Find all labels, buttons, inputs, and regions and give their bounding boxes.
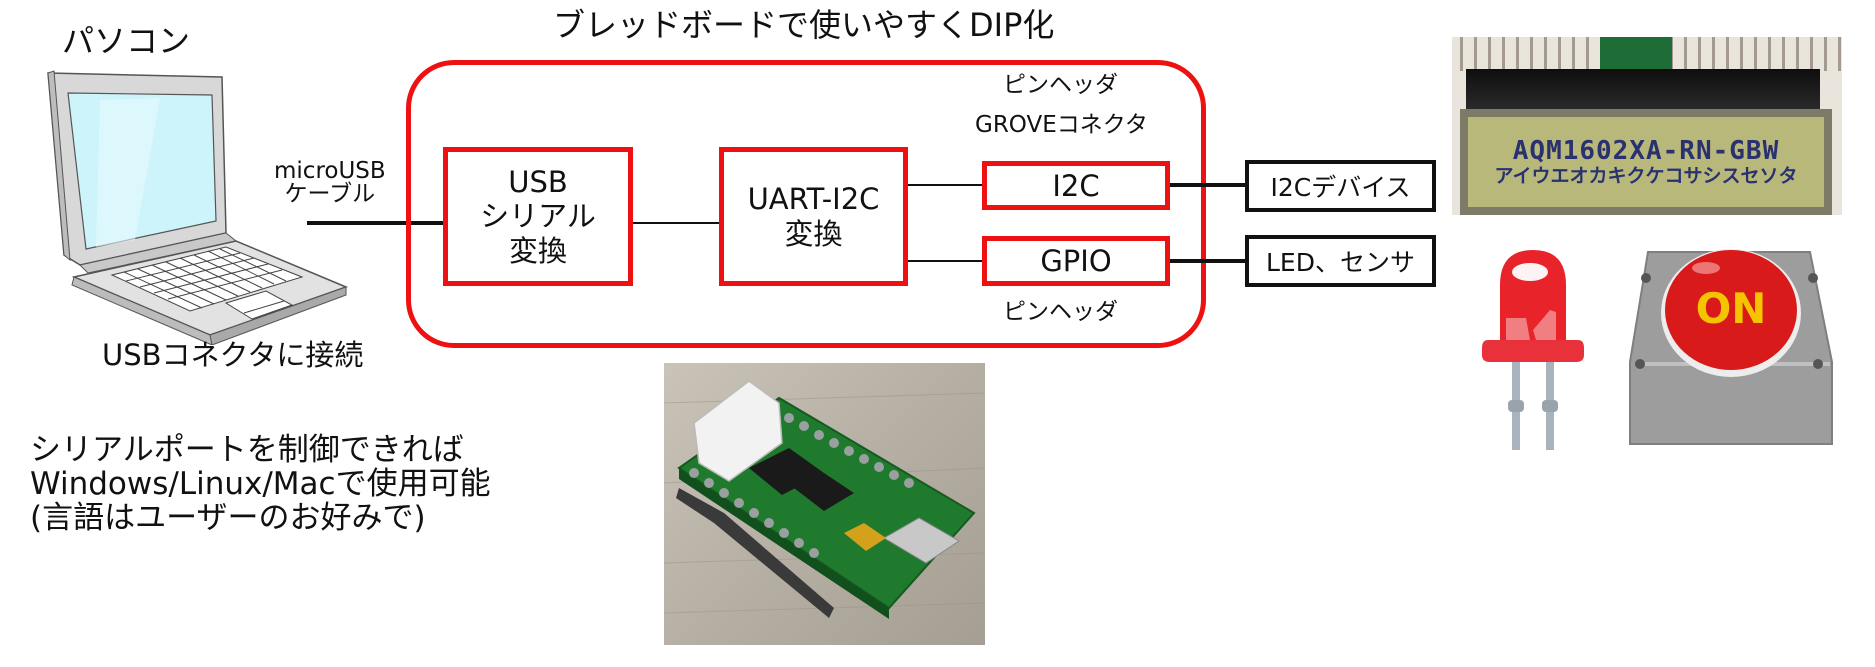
usb-serial-line2: シリアル: [480, 199, 596, 234]
i2c-device-label: I2Cデバイス: [1270, 173, 1411, 202]
lcd-line1: AQM1602XA-RN-GBW: [1512, 136, 1780, 167]
lcd-bezel: [1466, 69, 1820, 109]
gpio-device-box: LED、センサ: [1245, 235, 1436, 287]
lcd-photo: AQM1602XA-RN-GBW アイウエオカキクケコサシスセソタ: [1452, 37, 1842, 215]
cable-label-line1: microUSB: [274, 158, 386, 184]
i2c-device-box: I2Cデバイス: [1245, 160, 1436, 212]
i2c-pin-header-label: ピンヘッダ: [1003, 72, 1118, 98]
cable-label: microUSB ケーブル: [274, 160, 386, 206]
gpio-device-label: LED、センサ: [1266, 248, 1415, 277]
usb-uart-line: [633, 222, 719, 224]
on-button-label: ON: [1696, 284, 1767, 333]
usb-connector-note: USBコネクタに接続: [102, 338, 364, 372]
uart-i2c-block: UART-I2C 変換: [719, 147, 908, 286]
i2c-label: I2C: [1052, 168, 1100, 203]
grove-connector-label: GROVEコネクタ: [975, 112, 1148, 138]
pc-label: パソコン: [62, 22, 191, 60]
i2c-device-line: [1170, 183, 1245, 187]
lcd-line2: アイウエオカキクケコサシスセソタ: [1494, 164, 1798, 187]
uart-i2c-line1: UART-I2C: [747, 181, 880, 216]
diagram-title: ブレッドボードで使いやすくDIP化: [553, 6, 1055, 44]
usage-note-line2: Windows/Linux/Macで使用可能: [30, 466, 491, 503]
cable-label-line2: ケーブル: [284, 181, 376, 207]
gpio-pin-header-label: ピンヘッダ: [1003, 299, 1118, 325]
gpio-device-line: [1170, 259, 1245, 263]
usb-serial-line3: 変換: [508, 233, 567, 268]
lcd-panel: AQM1602XA-RN-GBW アイウエオカキクケコサシスセソタ: [1460, 109, 1832, 215]
dip-board-photo: [664, 363, 985, 645]
i2c-block: I2C: [982, 161, 1170, 210]
gpio-block: GPIO: [982, 236, 1170, 286]
dip-board-illustration: [664, 380, 985, 619]
uart-i2c-connector: [908, 184, 982, 186]
uart-gpio-connector: [908, 260, 982, 262]
usage-note-line3: (言語はユーザーのお好みで): [30, 500, 426, 537]
led-icon: [1482, 250, 1584, 450]
usage-notes: シリアルポートを制御できれば Windows/Linux/Macで使用可能 (言…: [30, 433, 491, 535]
usb-serial-line1: USB: [508, 165, 568, 200]
gpio-label: GPIO: [1040, 244, 1112, 278]
usage-note-line1: シリアルポートを制御できれば: [30, 432, 464, 468]
usb-serial-block: USB シリアル 変換: [443, 147, 633, 286]
on-button-icon: ON: [1629, 249, 1833, 445]
uart-i2c-line2: 変換: [784, 216, 843, 251]
